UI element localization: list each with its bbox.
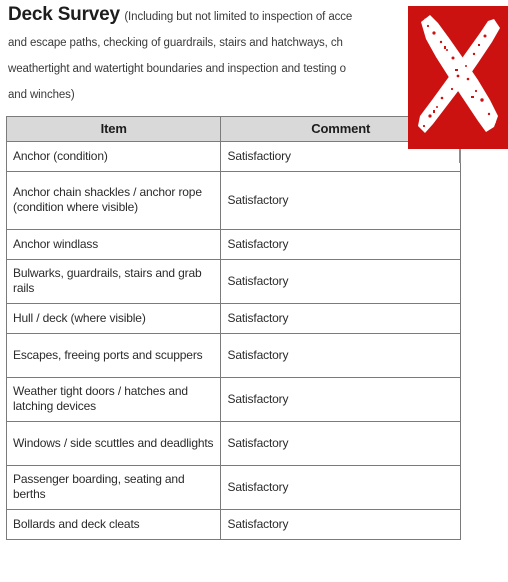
table-row: Bollards and deck cleats Satisfactory bbox=[5, 509, 461, 540]
deck-survey-table: Item Comment Anchor (condition) Satisfac… bbox=[5, 116, 461, 540]
row-comment-value[interactable]: Satisfactory bbox=[220, 259, 461, 304]
table-row: Passenger boarding, seating and berths S… bbox=[5, 465, 461, 510]
table-row: Windows / side scuttles and deadlights S… bbox=[5, 421, 461, 466]
row-comment-value[interactable]: Satisfactory bbox=[220, 333, 461, 378]
column-header-item: Item bbox=[5, 116, 222, 142]
row-item-label: Anchor chain shackles / anchor rope (con… bbox=[5, 171, 222, 230]
row-item-label: Bulwarks, guardrails, stairs and grab ra… bbox=[5, 259, 222, 304]
table-row: Hull / deck (where visible) Satisfactory bbox=[5, 303, 461, 334]
row-item-label: Windows / side scuttles and deadlights bbox=[5, 421, 222, 466]
table-header-row: Item Comment bbox=[5, 116, 461, 142]
x-mark-icon bbox=[418, 15, 500, 133]
table-row: Bulwarks, guardrails, stairs and grab ra… bbox=[5, 259, 461, 304]
row-comment-value[interactable]: Satisfactory bbox=[220, 303, 461, 334]
table-row: Weather tight doors / hatches and latchi… bbox=[5, 377, 461, 422]
row-comment-value[interactable]: Satisfactory bbox=[220, 421, 461, 466]
row-comment-value[interactable]: Satisfactory bbox=[220, 509, 461, 540]
row-item-label: Anchor windlass bbox=[5, 229, 222, 260]
table-body: Anchor (condition) Satisfactiory Anchor … bbox=[5, 141, 461, 540]
stamp-pen-tick bbox=[459, 149, 461, 163]
row-comment-value[interactable]: Satisfactory bbox=[220, 377, 461, 422]
red-x-stamp-overlay bbox=[408, 6, 508, 149]
page-title: Deck Survey bbox=[8, 4, 120, 25]
survey-description-line-3: weathertight and watertight boundaries a… bbox=[8, 63, 346, 75]
table-header: Item Comment bbox=[5, 116, 461, 142]
row-item-label: Weather tight doors / hatches and latchi… bbox=[5, 377, 222, 422]
row-comment-value[interactable]: Satisfactory bbox=[220, 465, 461, 510]
row-item-label: Escapes, freeing ports and scuppers bbox=[5, 333, 222, 378]
document-heading: Deck Survey (Including but not limited t… bbox=[8, 2, 460, 108]
row-item-label: Anchor (condition) bbox=[5, 141, 222, 172]
table-row: Anchor (condition) Satisfactiory bbox=[5, 141, 461, 172]
row-comment-value[interactable]: Satisfactory bbox=[220, 229, 461, 260]
survey-description-line-4: and winches) bbox=[8, 89, 75, 101]
table-row: Anchor chain shackles / anchor rope (con… bbox=[5, 171, 461, 230]
row-item-label: Bollards and deck cleats bbox=[5, 509, 222, 540]
row-comment-value[interactable]: Satisfactory bbox=[220, 171, 461, 230]
survey-description-line-2: and escape paths, checking of guardrails… bbox=[8, 37, 343, 49]
heading-line-1: Deck Survey (Including but not limited t… bbox=[8, 2, 460, 30]
table-row: Escapes, freeing ports and scuppers Sati… bbox=[5, 333, 461, 378]
row-item-label: Hull / deck (where visible) bbox=[5, 303, 222, 334]
row-item-label: Passenger boarding, seating and berths bbox=[5, 465, 222, 510]
survey-description-line-1: (Including but not limited to inspection… bbox=[124, 11, 353, 23]
table-row: Anchor windlass Satisfactory bbox=[5, 229, 461, 260]
